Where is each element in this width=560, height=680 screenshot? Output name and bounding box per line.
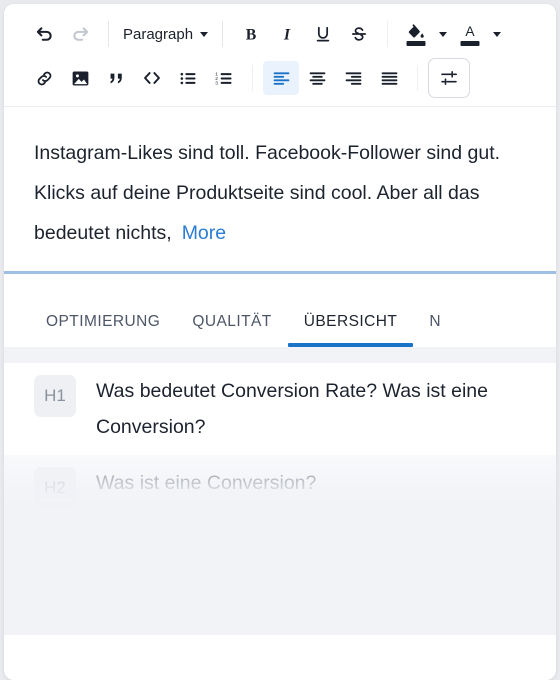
toolbar-separator [417, 65, 418, 91]
tab-qualitaet[interactable]: QUALITÄT [176, 313, 287, 347]
redo-icon[interactable] [62, 17, 98, 51]
toolbar-row-formatting: Paragraph B I A [4, 12, 556, 56]
editor-content-area[interactable]: Instagram-Likes sind toll. Facebook-Foll… [4, 107, 556, 271]
undo-icon[interactable] [26, 17, 62, 51]
list-item[interactable]: H2 Was ist eine Conversion? [4, 455, 556, 519]
tab-label: OPTIMIERUNG [46, 313, 161, 330]
svg-text:3: 3 [215, 80, 218, 86]
tab-uebersicht[interactable]: ÜBERSICHT [287, 313, 414, 347]
italic-icon[interactable]: I [269, 17, 305, 51]
heading-level-badge: H2 [34, 467, 76, 509]
editor-paragraph: Instagram-Likes sind toll. Facebook-Foll… [34, 133, 526, 253]
settings-tune-icon[interactable] [428, 58, 470, 98]
list-item[interactable]: H1 Was bedeutet Conversion Rate? Was ist… [4, 363, 556, 455]
underline-icon[interactable] [305, 17, 341, 51]
numbered-list-icon[interactable]: 1 2 3 [206, 61, 242, 95]
align-center-icon[interactable] [299, 61, 335, 95]
tabs-bar: OPTIMIERUNG QUALITÄT ÜBERSICHT N [4, 274, 556, 347]
heading-level-badge: H1 [34, 375, 76, 417]
editor-card: Paragraph B I A 1 2 3 Instagram-Likes si… [4, 4, 556, 680]
svg-text:I: I [283, 26, 291, 43]
tab-list: OPTIMIERUNG QUALITÄT ÜBERSICHT N [4, 274, 556, 347]
toolbar-separator [252, 65, 253, 91]
quote-icon[interactable] [98, 61, 134, 95]
strikethrough-icon[interactable] [341, 17, 377, 51]
toolbar-separator [108, 21, 109, 47]
tab-next-clipped[interactable]: N [413, 313, 457, 347]
text-color-swatch [460, 41, 480, 46]
fill-color-dropdown[interactable] [434, 17, 452, 51]
outline-list: H1 Was bedeutet Conversion Rate? Was ist… [4, 347, 556, 519]
toolbar-separator [222, 21, 224, 47]
toolbar-row-insert-align: 1 2 3 [4, 56, 556, 100]
link-icon[interactable] [26, 61, 62, 95]
tab-label: QUALITÄT [192, 313, 272, 330]
outline-panel: H1 Was bedeutet Conversion Rate? Was ist… [4, 347, 556, 635]
tab-optimierung[interactable]: OPTIMIERUNG [30, 313, 176, 347]
fill-color-icon[interactable] [398, 17, 434, 51]
editor-paragraph-text: Instagram-Likes sind toll. Facebook-Foll… [34, 142, 501, 244]
tab-label: ÜBERSICHT [303, 313, 398, 330]
tab-label: N [429, 313, 441, 330]
code-icon[interactable] [134, 61, 170, 95]
paragraph-style-label: Paragraph [123, 25, 194, 43]
editor-toolbar: Paragraph B I A 1 2 3 [4, 4, 556, 107]
svg-text:B: B [246, 26, 257, 43]
svg-text:A: A [465, 23, 475, 38]
more-link[interactable]: More [182, 222, 226, 244]
align-right-icon[interactable] [335, 61, 371, 95]
toolbar-separator [387, 21, 389, 47]
image-icon[interactable] [62, 61, 98, 95]
paragraph-style-select[interactable]: Paragraph [119, 26, 212, 43]
bullet-list-icon[interactable] [170, 61, 206, 95]
chevron-down-icon [493, 31, 502, 37]
heading-text: Was ist eine Conversion? [96, 472, 317, 494]
bold-icon[interactable]: B [233, 17, 269, 51]
fill-color-swatch [406, 41, 426, 46]
align-left-icon[interactable] [263, 61, 299, 95]
text-color-dropdown[interactable] [488, 17, 506, 51]
align-justify-icon[interactable] [371, 61, 407, 95]
text-color-icon[interactable]: A [452, 17, 488, 51]
heading-text: Was bedeutet Conversion Rate? Was ist ei… [96, 380, 488, 438]
chevron-down-icon [439, 31, 448, 37]
chevron-down-icon [200, 31, 209, 37]
